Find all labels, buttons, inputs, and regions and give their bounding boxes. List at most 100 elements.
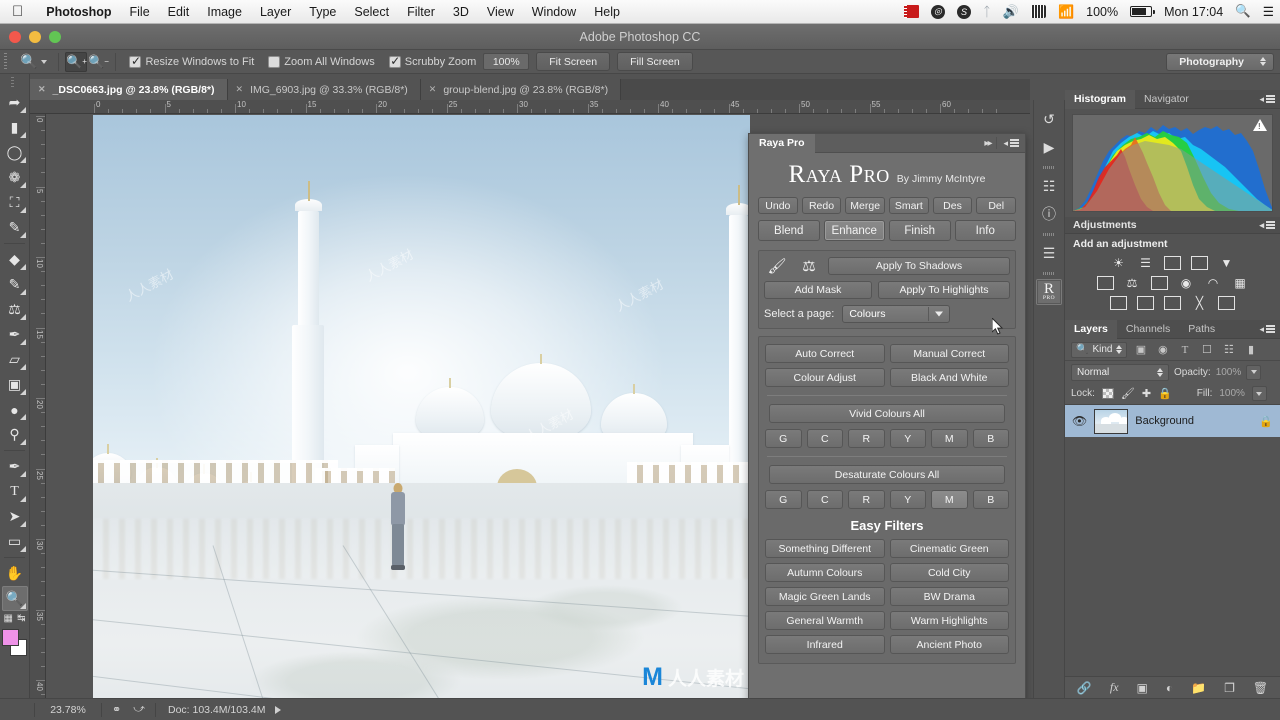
- menu-filter[interactable]: Filter: [398, 5, 444, 19]
- skitch-icon[interactable]: S: [951, 4, 977, 19]
- info-icon[interactable]: ⓘ: [1036, 201, 1062, 227]
- notification-center-icon[interactable]: ☰: [1257, 4, 1280, 19]
- vivid-chip-r[interactable]: R: [848, 429, 885, 448]
- filter-general-warmth[interactable]: General Warmth: [765, 611, 885, 630]
- vpn-icon[interactable]: ◎: [925, 4, 951, 19]
- rectangle-tool[interactable]: ▭: [2, 529, 28, 554]
- menu-file[interactable]: File: [121, 5, 159, 19]
- hand-tool[interactable]: ✋: [2, 561, 28, 586]
- tab-info[interactable]: Info: [954, 220, 1016, 241]
- share-icon[interactable]: ⤻: [127, 703, 151, 716]
- desaturate-colours-all-button[interactable]: Desaturate Colours All: [769, 465, 1005, 484]
- horizontal-type-tool[interactable]: T: [2, 479, 28, 504]
- undo-button[interactable]: Undo: [758, 197, 798, 214]
- maximize-button[interactable]: [49, 30, 61, 43]
- wifi-icon[interactable]: 📶: [1052, 4, 1080, 20]
- tab-finish[interactable]: Finish: [889, 220, 951, 241]
- status-zoom-level[interactable]: 23.78%: [39, 704, 97, 716]
- raya-pro-icon[interactable]: R PRO: [1036, 279, 1062, 305]
- new-fill-adjustment-icon[interactable]: ◐: [1166, 681, 1173, 695]
- brush-icon[interactable]: 🖌: [764, 256, 790, 276]
- desaturate-chip-y[interactable]: Y: [889, 490, 926, 509]
- des-button[interactable]: Des: [932, 197, 973, 214]
- opacity-value[interactable]: 100%: [1216, 367, 1242, 378]
- vivid-colours-all-button[interactable]: Vivid Colours All: [769, 404, 1005, 423]
- gradient-tool[interactable]: ▣: [2, 372, 28, 397]
- smart-button[interactable]: Smart: [889, 197, 929, 214]
- color-lookup-icon[interactable]: ▦: [1230, 274, 1251, 291]
- swap-colors-icon[interactable]: ↹: [17, 613, 25, 624]
- filter-bw-drama[interactable]: BW Drama: [889, 587, 1009, 606]
- filter-ancient-photo[interactable]: Ancient Photo: [889, 635, 1009, 654]
- selective-color-icon[interactable]: [1216, 294, 1237, 311]
- tab-histogram[interactable]: Histogram: [1065, 89, 1135, 109]
- window-controls[interactable]: [9, 30, 61, 43]
- close-icon[interactable]: ✕: [429, 84, 437, 95]
- panel-menu-icon[interactable]: ◂: [1259, 220, 1280, 231]
- delete-layer-icon[interactable]: 🗑: [1253, 681, 1268, 695]
- path-selection-tool[interactable]: ➤: [2, 504, 28, 529]
- redo-button[interactable]: Redo: [801, 197, 842, 214]
- dock-group-grip[interactable]: [1043, 165, 1055, 171]
- status-arrow-icon[interactable]: [275, 705, 282, 714]
- clone-stamp-tool[interactable]: ⚖: [2, 297, 28, 322]
- crop-tool[interactable]: ⛶: [2, 190, 28, 215]
- menu-edit[interactable]: Edit: [159, 5, 199, 19]
- filter-kind-dropdown[interactable]: 🔍 Kind: [1071, 341, 1128, 358]
- fill-slider-arrow[interactable]: [1251, 386, 1267, 401]
- keyboard-icon[interactable]: [1025, 5, 1052, 18]
- exposure-icon[interactable]: [1189, 254, 1210, 271]
- manual-correct-button[interactable]: Manual Correct: [889, 344, 1009, 363]
- desaturate-chip-g[interactable]: G: [765, 490, 802, 509]
- new-layer-icon[interactable]: ❐: [1224, 681, 1235, 695]
- layer-style-fx-icon[interactable]: fx: [1110, 680, 1119, 695]
- new-group-icon[interactable]: 📁: [1191, 681, 1206, 695]
- tool-preset-picker[interactable]: 🔍: [15, 53, 52, 70]
- channel-mixer-icon[interactable]: ◠: [1203, 274, 1224, 291]
- add-mask-icon[interactable]: ▣: [1137, 681, 1148, 695]
- document-image[interactable]: 人人素材 人人素材 人人素材 人人素材 M 人人素材: [93, 115, 750, 698]
- filter-cold-city[interactable]: Cold City: [889, 563, 1009, 582]
- opacity-slider-arrow[interactable]: [1246, 364, 1262, 380]
- color-swatches[interactable]: [1, 629, 28, 659]
- volume-icon[interactable]: 🔊: [997, 4, 1025, 20]
- apply-to-shadows-button[interactable]: Apply To Shadows: [828, 257, 1010, 275]
- menu-image[interactable]: Image: [198, 5, 251, 19]
- invert-icon[interactable]: [1108, 294, 1129, 311]
- tab-enhance[interactable]: Enhance: [823, 220, 885, 241]
- collapse-double-arrow-icon[interactable]: ▸▸: [984, 138, 992, 149]
- menu-window[interactable]: Window: [523, 5, 585, 19]
- actions-play-icon[interactable]: ▶: [1036, 134, 1062, 160]
- minimize-button[interactable]: [29, 30, 41, 43]
- bluetooth-icon[interactable]: ᛏ: [977, 4, 997, 19]
- blur-tool[interactable]: ●: [2, 397, 28, 422]
- film-icon[interactable]: [898, 5, 925, 18]
- document-tab-img6903[interactable]: ✕ IMG_6903.jpg @ 33.3% (RGB/8*): [227, 79, 421, 100]
- layer-name[interactable]: Background: [1135, 415, 1252, 427]
- desaturate-chip-r[interactable]: R: [848, 490, 885, 509]
- default-colors-icon[interactable]: ▦: [4, 613, 13, 624]
- desaturate-chip-b[interactable]: B: [972, 490, 1009, 509]
- desaturate-chip-m[interactable]: M: [931, 490, 968, 509]
- menu-view[interactable]: View: [478, 5, 523, 19]
- zoom-out-icon[interactable]: 🔍 −: [87, 52, 109, 72]
- apple-icon[interactable]: : [12, 4, 23, 19]
- filter-magic-green-lands[interactable]: Magic Green Lands: [765, 587, 885, 606]
- 3d-secondary-view-icon[interactable]: ⚭: [106, 703, 127, 716]
- lasso-tool[interactable]: ◯: [2, 140, 28, 165]
- zoom-tool[interactable]: 🔍: [1, 586, 28, 611]
- black-white-icon[interactable]: [1149, 274, 1170, 291]
- close-icon[interactable]: ✕: [236, 84, 244, 95]
- tab-channels[interactable]: Channels: [1117, 320, 1179, 339]
- panel-menu-icon[interactable]: ◂: [1003, 138, 1019, 149]
- tab-blend[interactable]: Blend: [758, 220, 820, 241]
- dock-group-grip[interactable]: [1043, 232, 1055, 238]
- history-brush-tool[interactable]: ✒: [2, 322, 28, 347]
- black-and-white-button[interactable]: Black And White: [889, 368, 1009, 387]
- eraser-tool[interactable]: ▱: [2, 347, 28, 372]
- apply-to-highlights-button[interactable]: Apply To Highlights: [878, 281, 1010, 299]
- raya-pro-panel[interactable]: Raya Pro ▸▸ ◂ Raya Pro By Jimmy McIntyre…: [748, 133, 1026, 703]
- fill-screen-button[interactable]: Fill Screen: [617, 52, 693, 71]
- filter-type-icon[interactable]: T: [1176, 342, 1193, 358]
- panel-menu-icon[interactable]: ◂: [1259, 94, 1280, 105]
